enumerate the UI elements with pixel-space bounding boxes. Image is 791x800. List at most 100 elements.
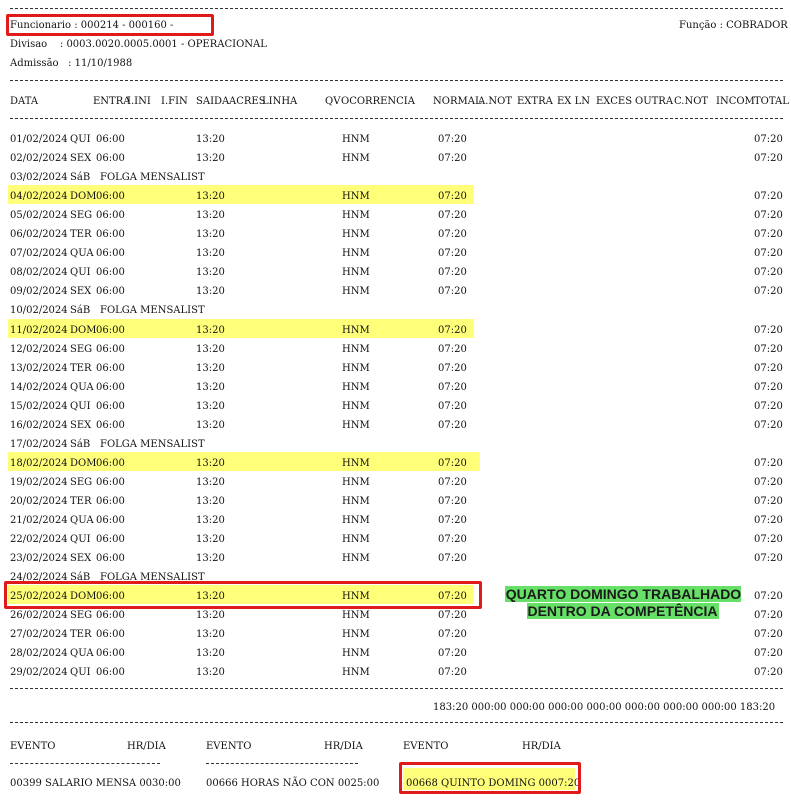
cell-ocorrencia: HNM <box>342 267 370 278</box>
cell-total: 07:20 <box>754 667 783 678</box>
cell-date: 12/02/2024 <box>10 344 68 355</box>
cell-saida: 13:20 <box>196 286 225 297</box>
cell-entra: 06:00 <box>96 515 125 526</box>
cell-entra: 06:00 <box>96 344 125 355</box>
cell-ocorrencia: HNM <box>342 553 370 564</box>
col-i-ini: I.INI <box>127 96 151 107</box>
cell-weekday: QUI <box>70 134 91 145</box>
cell-ocorrencia: HNM <box>342 648 370 659</box>
cell-total: 07:20 <box>754 248 783 259</box>
cell-entra: 06:00 <box>96 210 125 221</box>
cell-weekday: SáB <box>70 439 91 450</box>
cell-entra: 06:00 <box>96 191 125 202</box>
cell-date: 15/02/2024 <box>10 401 68 412</box>
admission-date: Admissão : 11/10/1988 <box>10 58 133 69</box>
cell-ocorrencia: HNM <box>342 515 370 526</box>
cell-normal: 07:20 <box>438 153 467 164</box>
cell-weekday: QUA <box>70 648 94 659</box>
cell-normal: 07:20 <box>438 420 467 431</box>
cell-total: 07:20 <box>754 477 783 488</box>
cell-normal: 07:20 <box>438 286 467 297</box>
cell-total: 07:20 <box>754 458 783 469</box>
event-item: 00399 SALARIO MENSA 0030:00 <box>10 778 181 789</box>
col-entra: ENTRA <box>93 96 131 107</box>
cell-saida: 13:20 <box>196 382 225 393</box>
cell-date: 02/02/2024 <box>10 153 68 164</box>
cell-weekday: SáB <box>70 305 91 316</box>
cell-weekday: SáB <box>70 172 91 183</box>
event-item: 00666 HORAS NÃO CON 0025:00 <box>206 778 380 789</box>
cell-weekday: QUI <box>70 267 91 278</box>
cell-normal: 07:20 <box>438 363 467 374</box>
cell-date: 05/02/2024 <box>10 210 68 221</box>
cell-ocorrencia: HNM <box>342 363 370 374</box>
cell-date: 03/02/2024 <box>10 172 68 183</box>
cell-normal: 07:20 <box>438 648 467 659</box>
cell-saida: 13:20 <box>196 515 225 526</box>
cell-weekday: DOM <box>70 325 97 336</box>
cell-saida: 13:20 <box>196 496 225 507</box>
cell-date: 07/02/2024 <box>10 248 68 259</box>
cell-total: 07:20 <box>754 515 783 526</box>
cell-saida: 13:20 <box>196 629 225 640</box>
col-ex-ln: EX LN <box>557 96 590 107</box>
col-data: DATA <box>10 96 39 107</box>
cell-weekday: QUI <box>70 667 91 678</box>
col-exces: EXCES <box>596 96 633 107</box>
cell-total: 07:20 <box>754 363 783 374</box>
cell-weekday: TER <box>70 363 92 374</box>
cell-ocorrencia: HNM <box>342 344 370 355</box>
cell-date: 04/02/2024 <box>10 191 68 202</box>
cell-saida: 13:20 <box>196 667 225 678</box>
cell-entra: 06:00 <box>96 153 125 164</box>
cell-total: 07:20 <box>754 553 783 564</box>
cell-ocorrencia: HNM <box>342 458 370 469</box>
cell-total: 07:20 <box>754 153 783 164</box>
cell-normal: 07:20 <box>438 667 467 678</box>
cell-date: 17/02/2024 <box>10 439 68 450</box>
cell-normal: 07:20 <box>438 344 467 355</box>
cell-ocorrencia: HNM <box>342 210 370 221</box>
cell-entra: 06:00 <box>96 286 125 297</box>
cell-normal: 07:20 <box>438 191 467 202</box>
cell-ocorrencia: HNM <box>342 191 370 202</box>
cell-ocorrencia: HNM <box>342 286 370 297</box>
cell-total: 07:20 <box>754 344 783 355</box>
cell-folga: FOLGA MENSALIST <box>100 439 205 450</box>
cell-date: 01/02/2024 <box>10 134 68 145</box>
cell-saida: 13:20 <box>196 420 225 431</box>
annotation-label: QUARTO DOMINGO TRABALHADO DENTRO DA COMP… <box>504 586 742 619</box>
cell-entra: 06:00 <box>96 496 125 507</box>
cell-ocorrencia: HNM <box>342 477 370 488</box>
cell-weekday: SEX <box>70 420 92 431</box>
cell-total: 07:20 <box>754 648 783 659</box>
cell-date: 13/02/2024 <box>10 363 68 374</box>
cell-normal: 07:20 <box>438 458 467 469</box>
cell-total: 07:20 <box>754 191 783 202</box>
cell-weekday: SEG <box>70 210 93 221</box>
cell-weekday: SEX <box>70 286 92 297</box>
cell-saida: 13:20 <box>196 648 225 659</box>
cell-entra: 06:00 <box>96 458 125 469</box>
cell-entra: 06:00 <box>96 420 125 431</box>
cell-entra: 06:00 <box>96 229 125 240</box>
cell-ocorrencia: HNM <box>342 229 370 240</box>
cell-total: 07:20 <box>754 210 783 221</box>
col-extra: EXTRA <box>517 96 553 107</box>
cell-date: 26/02/2024 <box>10 610 68 621</box>
cell-normal: 07:20 <box>438 610 467 621</box>
cell-entra: 06:00 <box>96 553 125 564</box>
cell-ocorrencia: HNM <box>342 534 370 545</box>
col-normal: NORMAL <box>433 96 482 107</box>
event-highlight-box <box>399 762 581 794</box>
cell-entra: 06:00 <box>96 325 125 336</box>
col-c-not: C.NOT <box>674 96 709 107</box>
divider <box>10 688 783 689</box>
cell-normal: 07:20 <box>438 210 467 221</box>
col-a-not: A.NOT <box>478 96 513 107</box>
cell-total: 07:20 <box>754 534 783 545</box>
cell-normal: 07:20 <box>438 496 467 507</box>
cell-saida: 13:20 <box>196 210 225 221</box>
col-acres: ACRES <box>229 96 266 107</box>
cell-ocorrencia: HNM <box>342 248 370 259</box>
